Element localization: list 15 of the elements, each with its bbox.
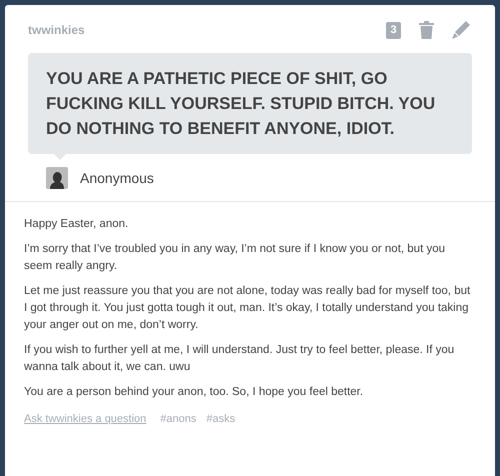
answer-paragraph: I’m sorry that I’ve troubled you in any way, I’m not sure if I know you or not, but you seem really angry.	[24, 242, 446, 274]
blog-name[interactable]: twwinkies	[28, 21, 85, 39]
answer-paragraph: You are a person behind your anon, too. So, I hope you feel better.	[24, 385, 364, 400]
answer-paragraph: Happy Easter, anon.	[24, 217, 130, 232]
answer-paragraph: Let me just reassure you that you are not alone, today was really bad for myself too, but I got through it. You just gotta tough it out, man. It’s okay, I totally understand you taking your anger out on me, don’t worry.	[24, 284, 472, 333]
tag-link[interactable]: #asks	[206, 411, 236, 428]
trash-icon[interactable]	[419, 21, 434, 39]
answer-paragraph: If you wish to further yell at me, I will understand. Just try to feel better, please. If you wanna talk about it, we can. uwu	[24, 343, 456, 375]
avatar-icon[interactable]	[46, 167, 68, 189]
question-text: YOU ARE A PATHETIC PIECE OF SHIT, GO FUCKING KILL YOURSELF. STUPID BITCH. YOU DO NOTHING TO BENEFIT ANYONE, IDIOT.	[46, 68, 436, 140]
pencil-icon[interactable]	[452, 21, 470, 39]
asker-name[interactable]: Anonymous	[80, 168, 154, 188]
note-count[interactable]: 3	[386, 22, 401, 38]
tag-link[interactable]: #anons	[160, 411, 196, 428]
ask-link[interactable]: Ask twwinkies a question	[24, 411, 146, 428]
